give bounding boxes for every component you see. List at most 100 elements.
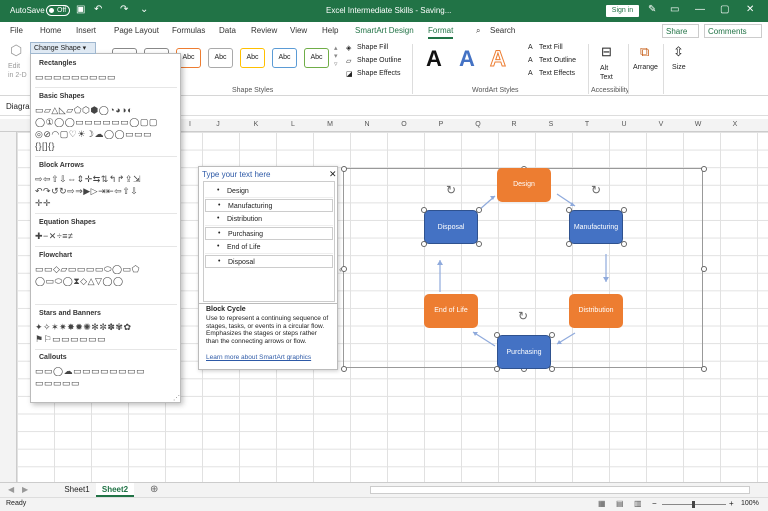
shape-handle[interactable] — [566, 207, 572, 213]
node-disposal[interactable]: Disposal — [424, 210, 478, 244]
shape-row[interactable]: ✦✧✶✷✸✹✺✻✼✽✾✿ — [35, 322, 175, 332]
zoom-level[interactable]: 100% — [741, 500, 759, 507]
learn-more-link[interactable]: Learn more about SmartArt graphics — [206, 354, 311, 361]
column-header[interactable]: M — [320, 121, 340, 128]
normal-view-icon[interactable]: ▦ — [598, 499, 606, 508]
shape-row[interactable]: ▭▭▭▭▭▭▭▭▭ — [35, 72, 175, 82]
column-header[interactable]: L — [283, 121, 303, 128]
column-header[interactable]: T — [577, 121, 597, 128]
tab-format[interactable]: Format — [428, 26, 454, 39]
text-outline-button[interactable]: Text Outline — [539, 57, 576, 64]
column-header[interactable]: K — [246, 121, 266, 128]
column-header[interactable]: S — [541, 121, 561, 128]
minimize-icon[interactable]: — — [695, 4, 705, 15]
horizontal-scrollbar[interactable] — [370, 486, 750, 494]
rotate-handle-icon[interactable]: ↻ — [518, 309, 528, 323]
shape-row[interactable]: ▭▭◯☁▭▭▭▭▭▭▭▭ — [35, 366, 175, 376]
shape-style-7[interactable]: Abc — [304, 48, 329, 68]
tab-review[interactable]: Review — [251, 26, 277, 35]
maximize-icon[interactable]: ▢ — [720, 4, 729, 15]
shape-style-4[interactable]: Abc — [208, 48, 233, 68]
autosave-toggle[interactable]: Off — [46, 5, 70, 16]
alt-text-button[interactable]: Alt Text — [600, 64, 618, 82]
column-header[interactable]: I — [180, 121, 200, 128]
shape-handle[interactable] — [549, 332, 555, 338]
tab-home[interactable]: Home — [40, 26, 61, 35]
column-header[interactable]: N — [357, 121, 377, 128]
sheet-tab-active[interactable]: Sheet2 — [96, 483, 134, 497]
sheet-nav-prev-icon[interactable]: ◀ — [8, 485, 14, 494]
shape-handle[interactable] — [494, 366, 500, 372]
save-icon[interactable]: ▣ — [76, 4, 85, 15]
shape-row[interactable]: {}[]{} — [35, 141, 175, 151]
shape-fill-button[interactable]: Shape Fill — [357, 44, 388, 51]
wordart-style-blue[interactable]: A — [459, 46, 475, 72]
page-break-view-icon[interactable]: ▥ — [634, 499, 642, 508]
tab-insert[interactable]: Insert — [76, 26, 96, 35]
shape-row[interactable]: ◯①◯◯▭▭▭▭▭▭◯▢▢ — [35, 117, 175, 127]
node-manufacturing[interactable]: Manufacturing — [569, 210, 623, 244]
shape-row[interactable]: ◯▭⬭◯⧗◇△▽◯◯ — [35, 276, 175, 286]
shape-handle[interactable] — [621, 241, 627, 247]
share-button[interactable]: Share — [662, 24, 699, 38]
list-item[interactable]: Manufacturing — [205, 199, 333, 212]
size-button[interactable]: Size — [672, 64, 686, 71]
shape-effects-button[interactable]: Shape Effects — [357, 70, 400, 77]
shape-row[interactable]: ▭▭▭▭▭ — [35, 378, 175, 388]
shape-handle[interactable] — [421, 241, 427, 247]
tab-data[interactable]: Data — [219, 26, 236, 35]
text-effects-button[interactable]: Text Effects — [539, 70, 575, 77]
search-box[interactable]: Search — [490, 26, 515, 35]
shape-handle[interactable] — [549, 366, 555, 372]
wordart-style-black[interactable]: A — [426, 46, 442, 72]
close-icon[interactable]: ✕ — [329, 169, 337, 180]
column-header[interactable]: R — [504, 121, 524, 128]
list-item[interactable]: Purchasing — [205, 227, 333, 240]
column-header[interactable]: X — [725, 121, 745, 128]
column-header[interactable]: W — [688, 121, 708, 128]
wordart-style-outline[interactable]: A — [490, 46, 507, 72]
shape-handle[interactable] — [494, 332, 500, 338]
list-item[interactable]: Design — [205, 185, 333, 198]
tab-page-layout[interactable]: Page Layout — [114, 26, 159, 35]
shape-outline-button[interactable]: Shape Outline — [357, 57, 401, 64]
node-end-of-life[interactable]: End of Life — [424, 294, 478, 328]
column-header[interactable]: P — [431, 121, 451, 128]
customize-qat-icon[interactable]: ⌄ — [140, 4, 148, 15]
styles-scroll-icon[interactable]: ▴ ▾ ▿ — [334, 44, 338, 68]
node-purchasing[interactable]: Purchasing — [497, 335, 551, 369]
tab-file[interactable]: File — [10, 26, 23, 35]
column-header[interactable]: O — [394, 121, 414, 128]
undo-icon[interactable]: ↶ — [94, 4, 102, 15]
list-item[interactable]: Distribution — [205, 213, 333, 226]
rotate-handle-icon[interactable]: ↻ — [591, 183, 601, 197]
sign-in-button[interactable]: Sign in — [606, 5, 639, 17]
ribbon-display-icon[interactable]: ▭ — [670, 4, 679, 15]
column-header[interactable]: Q — [468, 121, 488, 128]
tab-smartart-design[interactable]: SmartArt Design — [355, 26, 414, 35]
resize-grip-icon[interactable]: ⋰ — [173, 394, 180, 402]
shape-style-5[interactable]: Abc — [240, 48, 265, 68]
shape-row[interactable]: ◎⊘◠▢♡☀☽☁◯◯▭▭▭ — [35, 129, 175, 139]
column-header[interactable]: J — [208, 121, 228, 128]
shape-handle[interactable] — [476, 241, 482, 247]
change-shape-button[interactable]: Change Shape ▾ — [30, 42, 96, 54]
shape-handle[interactable] — [566, 241, 572, 247]
shape-row[interactable]: ▭▱△◺▱⬠⬡⬢◯◔◕◑◐ — [35, 105, 175, 115]
list-item[interactable]: Disposal — [205, 255, 333, 268]
tab-help[interactable]: Help — [322, 26, 338, 35]
arrange-button[interactable]: Arrange — [633, 64, 658, 71]
shape-row[interactable]: ✛✛ — [35, 198, 175, 208]
shape-row[interactable]: ⚑⚐▭▭▭▭▭▭ — [35, 334, 175, 344]
shape-row[interactable]: ✚−✕÷≡≠ — [35, 231, 175, 241]
shape-handle[interactable] — [621, 207, 627, 213]
shape-style-6[interactable]: Abc — [272, 48, 297, 68]
text-fill-button[interactable]: Text Fill — [539, 44, 563, 51]
shape-row[interactable]: ⇨⇦⇧⇩⇔⇕✛⇆⇅↰↱⇪⇲ — [35, 174, 175, 184]
node-design[interactable]: Design — [497, 168, 551, 202]
search-icon[interactable]: ⌕ — [476, 26, 480, 36]
rotate-handle-icon[interactable]: ↻ — [446, 183, 456, 197]
comments-button[interactable]: Comments — [704, 24, 762, 38]
pen-icon[interactable]: ✎ — [648, 4, 656, 15]
shape-row[interactable]: ▭▭◇▱▭▭▭▭⬭◯▭⬠ — [35, 264, 175, 274]
